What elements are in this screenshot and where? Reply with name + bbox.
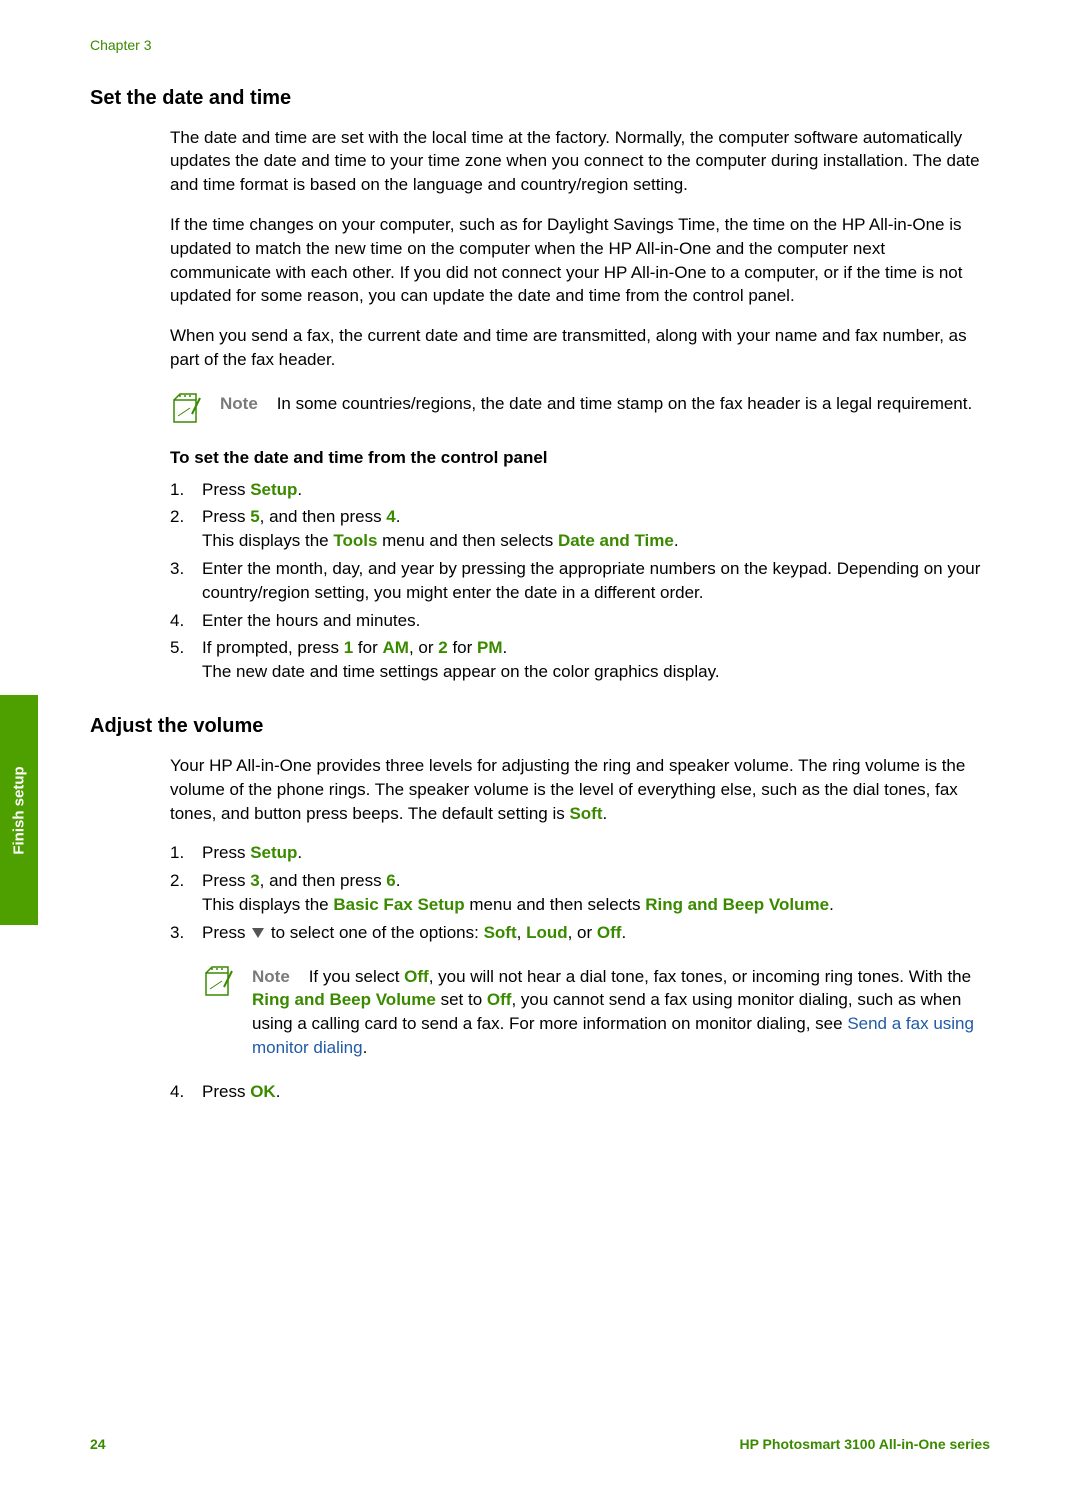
step-2: 2. Press 5, and then press 4. This displ… — [170, 505, 990, 553]
vol-step-2: 2. Press 3, and then press 6. This displ… — [170, 869, 990, 917]
step-1: 1. Press Setup. — [170, 478, 990, 502]
page-content: Chapter 3 Set the date and time The date… — [0, 0, 1080, 1104]
section2-note: Note If you select Off, you will not hea… — [202, 965, 990, 1060]
note-body: Note In some countries/regions, the date… — [220, 392, 990, 426]
section2-p1: Your HP All-in-One provides three levels… — [170, 754, 990, 825]
note-icon — [170, 392, 204, 426]
side-tab-label: Finish setup — [9, 766, 30, 854]
setup-keyword: Setup — [250, 843, 297, 862]
step-5: 5. If prompted, press 1 for AM, or 2 for… — [170, 636, 990, 684]
step-4: 4. Enter the hours and minutes. — [170, 609, 990, 633]
proc-title: To set the date and time from the contro… — [170, 446, 990, 470]
down-arrow-icon — [252, 928, 264, 938]
side-tab: Finish setup — [0, 695, 38, 925]
note-icon — [202, 965, 236, 999]
date-time-keyword: Date and Time — [558, 531, 674, 550]
section2-body: Your HP All-in-One provides three levels… — [170, 754, 990, 1104]
vol-step-1: 1. Press Setup. — [170, 841, 990, 865]
page-footer: 24 HP Photosmart 3100 All-in-One series — [90, 1435, 990, 1455]
soft-keyword: Soft — [569, 804, 602, 823]
chapter-label: Chapter 3 — [90, 36, 990, 56]
vol-step-4: 4. Press OK. — [170, 1080, 990, 1104]
basic-fax-setup-keyword: Basic Fax Setup — [333, 895, 464, 914]
section1-body: The date and time are set with the local… — [170, 126, 990, 684]
tools-keyword: Tools — [333, 531, 377, 550]
ok-keyword: OK — [250, 1082, 276, 1101]
section1-title: Set the date and time — [90, 84, 990, 112]
section1-p1: The date and time are set with the local… — [170, 126, 990, 197]
section2-title: Adjust the volume — [90, 712, 990, 740]
ring-beep-keyword: Ring and Beep Volume — [645, 895, 829, 914]
section1-steps: 1. Press Setup. 2. Press 5, and then pre… — [170, 478, 990, 684]
product-name: HP Photosmart 3100 All-in-One series — [739, 1435, 990, 1455]
section2-steps-cont: 4. Press OK. — [170, 1080, 990, 1104]
section1-p3: When you send a fax, the current date an… — [170, 324, 990, 372]
section2-steps: 1. Press Setup. 2. Press 3, and then pre… — [170, 841, 990, 944]
note-label: Note — [252, 967, 290, 986]
note-body: Note If you select Off, you will not hea… — [252, 965, 990, 1060]
setup-keyword: Setup — [250, 480, 297, 499]
step-3: 3. Enter the month, day, and year by pre… — [170, 557, 990, 605]
vol-step-3: 3. Press to select one of the options: S… — [170, 921, 990, 945]
section1-p2: If the time changes on your computer, su… — [170, 213, 990, 308]
section1-note: Note In some countries/regions, the date… — [170, 392, 990, 426]
note-label: Note — [220, 394, 258, 413]
note-text: In some countries/regions, the date and … — [277, 394, 973, 413]
page-number: 24 — [90, 1435, 106, 1455]
